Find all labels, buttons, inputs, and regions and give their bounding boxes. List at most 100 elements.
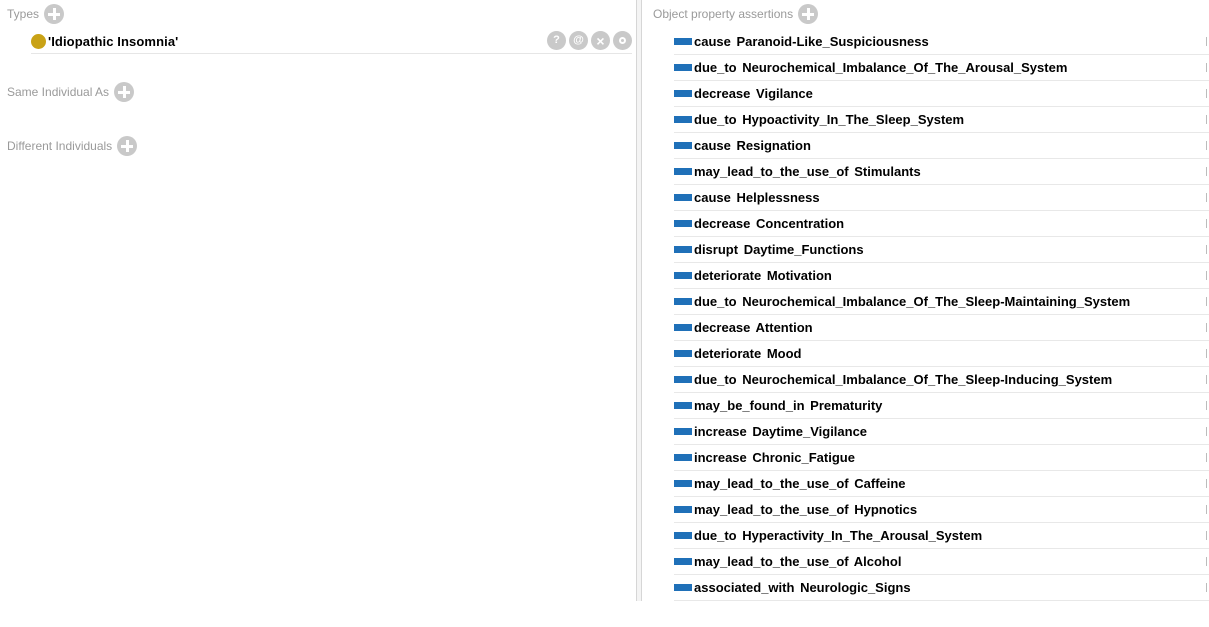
assertion-text: associated_with Neurologic_Signs <box>694 580 911 595</box>
object-property-assertion-row[interactable]: may_lead_to_the_use_of Hypnotics <box>674 497 1209 523</box>
types-section-header: Types <box>7 4 65 24</box>
assertion-property: may_be_found_in <box>694 398 805 413</box>
row-edge-marker <box>1206 427 1207 436</box>
object-property-assertion-row[interactable]: deteriorate Motivation <box>674 263 1209 289</box>
object-property-assertion-list: cause Paranoid-Like_Suspiciousness due_to… <box>674 29 1209 601</box>
annotate-icon[interactable]: @ <box>569 31 588 50</box>
assertion-value: Concentration <box>756 216 845 231</box>
assertion-property: due_to <box>694 112 737 127</box>
assertion-property: may_lead_to_the_use_of <box>694 164 849 179</box>
assertion-property: increase <box>694 450 747 465</box>
object-property-assertion-row[interactable]: may_be_found_in Prematurity <box>674 393 1209 419</box>
delete-icon[interactable]: × <box>591 31 610 50</box>
assertion-property: decrease <box>694 320 751 335</box>
object-property-assertion-row[interactable]: decrease Attention <box>674 315 1209 341</box>
property-assertions-right-pane: Object property assertions cause Paranoi… <box>646 0 1209 627</box>
object-property-assertion-row[interactable]: decrease Vigilance <box>674 81 1209 107</box>
type-item-label: 'Idiopathic Insomnia' <box>48 34 179 49</box>
add-object-property-assertion-icon[interactable] <box>798 4 819 24</box>
assertion-text: cause Helplessness <box>694 190 820 205</box>
row-edge-marker <box>1206 531 1207 540</box>
assertion-property: due_to <box>694 60 737 75</box>
row-edge-marker <box>1206 167 1207 176</box>
explain-icon[interactable]: ? <box>547 31 566 50</box>
row-edge-marker <box>1206 375 1207 384</box>
object-property-assertion-row[interactable]: due_to Neurochemical_Imbalance_Of_The_Ar… <box>674 55 1209 81</box>
individual-description-left-pane: Types 'Idiopathic Insomnia' ? @ × Same I… <box>0 0 635 627</box>
row-edge-marker <box>1206 115 1207 124</box>
object-property-assertion-row[interactable]: due_to Hypoactivity_In_The_Sleep_System <box>674 107 1209 133</box>
object-property-icon <box>674 220 692 227</box>
add-type-icon[interactable] <box>44 4 65 24</box>
assertion-text: decrease Vigilance <box>694 86 813 101</box>
object-property-icon <box>674 194 692 201</box>
different-individuals-label: Different Individuals <box>7 139 113 153</box>
object-property-assertion-row[interactable]: increase Daytime_Vigilance <box>674 419 1209 445</box>
row-edge-marker <box>1206 89 1207 98</box>
assertion-property: may_lead_to_the_use_of <box>694 502 849 517</box>
assertion-value: Neurochemical_Imbalance_Of_The_Arousal_S… <box>742 60 1068 75</box>
row-edge-marker <box>1206 401 1207 410</box>
assertion-text: may_lead_to_the_use_of Caffeine <box>694 476 906 491</box>
assertion-property: increase <box>694 424 747 439</box>
assertion-text: may_lead_to_the_use_of Alcohol <box>694 554 901 569</box>
assertion-property: associated_with <box>694 580 795 595</box>
type-item[interactable]: 'Idiopathic Insomnia' ? @ × <box>31 30 632 54</box>
object-property-icon <box>674 116 692 123</box>
row-edge-marker <box>1206 245 1207 254</box>
object-property-icon <box>674 324 692 331</box>
same-individual-label: Same Individual As <box>7 85 110 99</box>
object-property-icon <box>674 90 692 97</box>
object-property-assertion-row[interactable]: cause Helplessness <box>674 185 1209 211</box>
object-property-icon <box>674 142 692 149</box>
assertion-property: may_lead_to_the_use_of <box>694 554 849 569</box>
assertion-text: decrease Attention <box>694 320 813 335</box>
row-edge-marker <box>1206 271 1207 280</box>
add-different-individual-icon[interactable] <box>117 136 138 156</box>
assertion-value: Chronic_Fatigue <box>752 450 855 465</box>
assertion-value: Prematurity <box>810 398 883 413</box>
assertion-value: Daytime_Vigilance <box>752 424 868 439</box>
object-property-assertion-row[interactable]: decrease Concentration <box>674 211 1209 237</box>
row-edge-marker <box>1206 505 1207 514</box>
same-individual-section-header: Same Individual As <box>7 82 135 102</box>
object-property-assertion-row[interactable]: due_to Hyperactivity_In_The_Arousal_Syst… <box>674 523 1209 549</box>
assertion-text: decrease Concentration <box>694 216 844 231</box>
object-property-assertion-row[interactable]: disrupt Daytime_Functions <box>674 237 1209 263</box>
object-property-icon <box>674 38 692 45</box>
object-property-icon <box>674 272 692 279</box>
edit-icon[interactable] <box>613 31 632 50</box>
assertion-value: Helplessness <box>736 190 820 205</box>
object-property-assertion-row[interactable]: due_to Neurochemical_Imbalance_Of_The_Sl… <box>674 367 1209 393</box>
split-pane-divider[interactable] <box>636 0 642 601</box>
object-property-icon <box>674 402 692 409</box>
object-property-assertion-row[interactable]: due_to Neurochemical_Imbalance_Of_The_Sl… <box>674 289 1209 315</box>
object-property-assertions-label: Object property assertions <box>653 7 794 21</box>
assertion-text: increase Daytime_Vigilance <box>694 424 867 439</box>
assertion-value: Paranoid-Like_Suspiciousness <box>736 34 929 49</box>
assertion-property: cause <box>694 34 731 49</box>
object-property-icon <box>674 506 692 513</box>
assertion-property: decrease <box>694 86 751 101</box>
assertion-value: Alcohol <box>853 554 902 569</box>
row-edge-marker <box>1206 141 1207 150</box>
object-property-assertion-row[interactable]: cause Resignation <box>674 133 1209 159</box>
object-property-assertion-row[interactable]: may_lead_to_the_use_of Alcohol <box>674 549 1209 575</box>
object-property-assertion-row[interactable]: may_lead_to_the_use_of Caffeine <box>674 471 1209 497</box>
object-property-assertion-row[interactable]: increase Chronic_Fatigue <box>674 445 1209 471</box>
assertion-text: due_to Neurochemical_Imbalance_Of_The_Sl… <box>694 372 1112 387</box>
assertion-value: Motivation <box>766 268 832 283</box>
object-property-assertion-row[interactable]: deteriorate Mood <box>674 341 1209 367</box>
row-edge-marker <box>1206 193 1207 202</box>
assertion-text: due_to Hyperactivity_In_The_Arousal_Syst… <box>694 528 982 543</box>
object-property-assertion-row[interactable]: cause Paranoid-Like_Suspiciousness <box>674 29 1209 55</box>
add-same-individual-icon[interactable] <box>114 82 135 102</box>
assertion-text: increase Chronic_Fatigue <box>694 450 855 465</box>
type-item-actions: ? @ × <box>547 31 632 50</box>
assertion-value: Hyperactivity_In_The_Arousal_System <box>742 528 983 543</box>
object-property-icon <box>674 480 692 487</box>
assertion-property: cause <box>694 138 731 153</box>
object-property-assertion-row[interactable]: associated_with Neurologic_Signs <box>674 575 1209 601</box>
object-property-icon <box>674 298 692 305</box>
object-property-assertion-row[interactable]: may_lead_to_the_use_of Stimulants <box>674 159 1209 185</box>
